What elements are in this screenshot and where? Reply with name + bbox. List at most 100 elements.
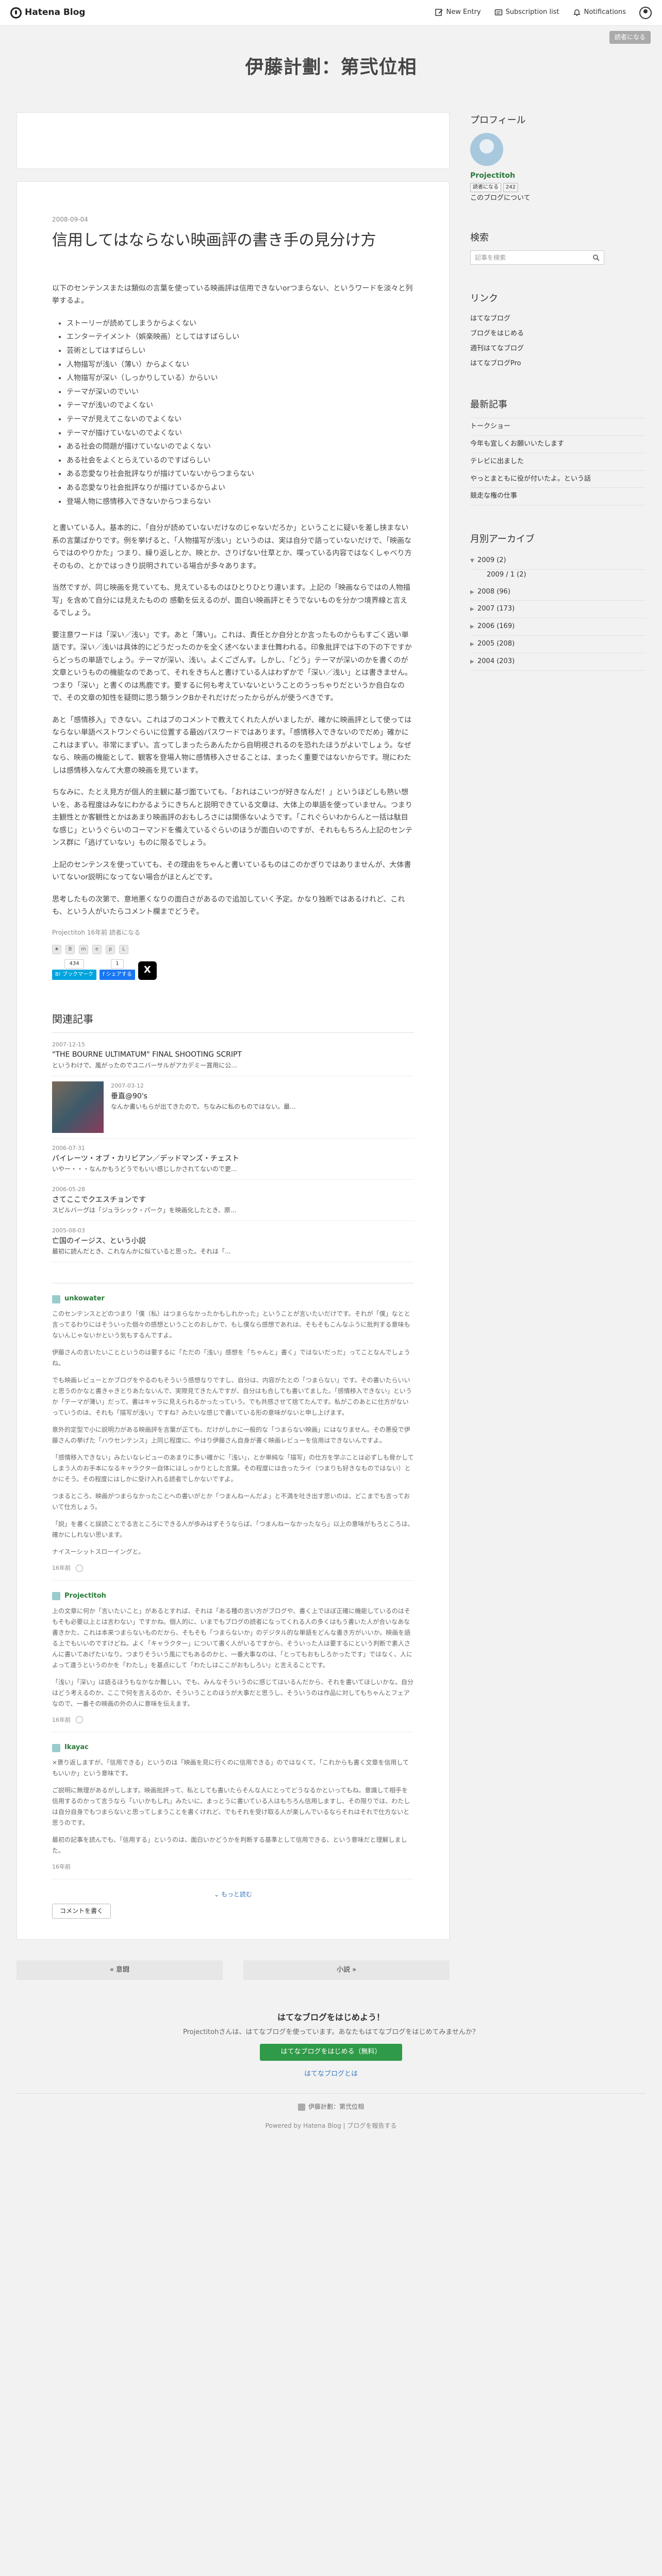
more-label: もっと読む (221, 1890, 252, 1898)
blog-title[interactable]: 伊藤計劃：第弐位相 (0, 26, 662, 112)
subscribe-button[interactable]: 読者になる (609, 31, 651, 44)
search-icon[interactable] (592, 254, 600, 261)
star-icon[interactable] (76, 1565, 83, 1572)
comment-user[interactable]: Ikayac (52, 1742, 414, 1753)
hatena-bookmark-button[interactable]: 434 B! ブックマーク (52, 959, 97, 980)
comment-time[interactable]: 16年前 (52, 1716, 71, 1725)
start-blog-button[interactable]: はてなブログをはじめる（無料） (260, 2044, 402, 2061)
archive-year[interactable]: ▶ 2005 (208) (470, 636, 646, 653)
related-date: 2005-08-03 (52, 1227, 85, 1234)
profile-name[interactable]: Projectitoh (470, 170, 646, 181)
ad-area (16, 112, 450, 169)
main-column: 2008-09-04 信用してはならない映画評の書き手の見分け方 以下のセンテン… (16, 112, 450, 1980)
entry-paragraph: あと「感情移入」できない。これはブのコメントで教えてくれた人がいましたが、確かに… (52, 716, 412, 775)
related-item[interactable]: 2007-03-12 垂直@90's なんか書いもらが出てきたので。ちなみに私の… (52, 1076, 414, 1139)
hatena-blog-logo[interactable]: Hatena Blog (10, 6, 85, 20)
related-title[interactable]: さてここでクエスチョンです (52, 1194, 414, 1206)
related-title[interactable]: パイレーツ・オブ・カリビアン／デッドマンズ・チェスト (52, 1153, 414, 1164)
related-title[interactable]: "THE BOURNE ULTIMATUM" FINAL SHOOTING SC… (52, 1049, 414, 1060)
sidebar-link[interactable]: はてなブログPro (470, 357, 646, 371)
related-title[interactable]: 垂直@90's (111, 1091, 296, 1102)
pocket-icon[interactable]: p (106, 944, 115, 954)
sidebar-link[interactable]: 週刊はてなブログ (470, 342, 646, 357)
recent-entry-link[interactable]: 今年も宜しくお願いいたします (470, 436, 646, 453)
about-hatena-blog-link[interactable]: はてなブログとは (0, 2069, 662, 2080)
comment-time[interactable]: 16年前 (52, 1564, 71, 1573)
next-entry-link[interactable]: 小説 » (243, 1960, 450, 1980)
caret-right-icon: ▶ (470, 641, 474, 647)
footer-title: はてなブログをはじめよう！ (277, 2012, 385, 2023)
comment-time[interactable]: 16年前 (52, 1862, 71, 1872)
related-thumbnail[interactable] (52, 1081, 104, 1133)
write-comment-button[interactable]: コメントを書く (52, 1903, 111, 1919)
entry-title[interactable]: 信用してはならない映画評の書き手の見分け方 (52, 230, 414, 251)
related-date: 2007-03-12 (111, 1082, 144, 1089)
list-item: ストーリーが読めてしまうからよくない (67, 317, 414, 331)
reader-button[interactable]: 読者になる (470, 182, 501, 192)
archive-label: 2009 (2) (477, 556, 506, 564)
recent-entry-link[interactable]: 競走な権の仕事 (470, 488, 646, 506)
reader-count[interactable]: 242 (503, 182, 519, 192)
related-item[interactable]: 2007-12-15 "THE BOURNE ULTIMATUM" FINAL … (52, 1035, 414, 1076)
bookmark-icon[interactable]: B (65, 944, 75, 954)
comment-user[interactable]: unkowater (52, 1294, 414, 1304)
star-icon[interactable] (76, 1716, 83, 1724)
related-desc: というわけで、風がったのでユニバーサルがアカデミー賞用に公... (52, 1061, 237, 1069)
list-item: ある恋愛なり社会批評なりが描けていないからつまらない (67, 467, 414, 481)
profile-avatar[interactable] (470, 133, 503, 166)
prev-entry-link[interactable]: « 意闘 (16, 1960, 223, 1980)
facebook-share-button[interactable]: 1 f シェアする (100, 959, 135, 980)
subscription-list-button[interactable]: Subscription list (494, 7, 559, 18)
comment-username: Ikayac (64, 1743, 89, 1752)
x-share-button[interactable]: X (138, 961, 157, 980)
related-date: 2007-12-15 (52, 1041, 85, 1048)
recent-entry-link[interactable]: やっとまともに役が付いたよ。という話 (470, 471, 646, 488)
logo-text: Hatena Blog (25, 7, 86, 18)
archive-module: 月別アーカイブ ▼ 2009 (2) 2009 / 1 (2) ▶ 2008 (96… (470, 532, 646, 671)
archive-heading: 月別アーカイブ (470, 534, 535, 545)
sidebar-link[interactable]: ブログをはじめる (470, 327, 646, 342)
comment-user[interactable]: Projectitoh (52, 1591, 414, 1602)
recent-entries-module: 最新記事 トークショー 今年も宜しくお願いいたします テレビに出ました やっとま… (470, 398, 646, 506)
archive-year[interactable]: ▶ 2008 (96) (470, 584, 646, 601)
archive-label: 2004 (203) (477, 657, 515, 665)
related-item[interactable]: 2005-08-03 亡国のイージス、という小説 最初に読んだとき、これなんかに… (52, 1221, 414, 1263)
about-blog-link[interactable]: このブログについて (470, 193, 646, 204)
notifications-button[interactable]: Notifications (573, 7, 626, 18)
line-icon[interactable]: L (119, 944, 128, 954)
sidebar-link[interactable]: はてなブログ (470, 312, 646, 327)
hatena-star-icon[interactable]: ★ (52, 944, 61, 954)
share-buttons: 434 B! ブックマーク 1 f シェアする X (52, 959, 414, 980)
entry-intro: 以下のセンテンスまたは類似の言葉を使っている映画評は信用できないorつまらない、… (52, 284, 413, 306)
facebook-count: 1 (111, 959, 124, 969)
more-comments-link[interactable]: ⌄ もっと読む (52, 1879, 414, 1904)
list-item: ある社会の問題が描けていないのでよくない (67, 440, 414, 454)
search-input[interactable]: 記事を検索 (470, 250, 604, 265)
list-item: エンターテイメント（娯楽映画）としてはすばらしい (67, 330, 414, 344)
user-menu-icon[interactable] (639, 6, 652, 19)
entry-date[interactable]: 2008-09-04 (52, 215, 414, 225)
related-item[interactable]: 2006-07-31 パイレーツ・オブ・カリビアン／デッドマンズ・チェスト いや… (52, 1139, 414, 1180)
related-heading: 関連記事 (52, 1011, 414, 1033)
list-item: 人物描写が浅い（薄い）からよくない (67, 358, 414, 372)
related-item[interactable]: 2006-05-28 さてここでクエスチョンです スピルバーグは「ジュラシック・… (52, 1180, 414, 1222)
related-title[interactable]: 亡国のイージス、という小説 (52, 1235, 414, 1247)
evernote-icon[interactable]: e (92, 944, 102, 954)
archive-year[interactable]: ▶ 2004 (203) (470, 653, 646, 671)
recent-entry-link[interactable]: トークショー (470, 418, 646, 436)
powered-by[interactable]: Powered by Hatena Blog | ブログを報告する (0, 2121, 662, 2131)
archive-year[interactable]: ▶ 2006 (169) (470, 618, 646, 636)
related-date: 2006-05-28 (52, 1186, 85, 1193)
archive-month[interactable]: 2009 / 1 (2) (470, 570, 646, 584)
new-entry-button[interactable]: New Entry (435, 7, 481, 18)
mixi-icon[interactable]: m (79, 944, 88, 954)
archive-year[interactable]: ▼ 2009 (2) (470, 552, 646, 570)
comment-text: 「感情移入できない」みたいなレビューのあまりに多い確かに「浅い」，とか単純な「描… (52, 1454, 414, 1483)
archive-year[interactable]: ▶ 2007 (173) (470, 601, 646, 619)
footer-blog[interactable]: 伊藤計劃：第弐位相 (0, 2102, 662, 2112)
entry-footer[interactable]: Projectitoh 16年前 読者になる (52, 928, 414, 938)
related-desc: 最初に読んだとき、これなんかに似ていると思った。それは「... (52, 1248, 231, 1256)
comment: Projectitoh 上の文章に何か「言いたいこと」があるとすれば、それは「あ… (52, 1581, 414, 1733)
recent-entry-link[interactable]: テレビに出ました (470, 453, 646, 471)
related-desc: いやー・・・なんかもうどうでもいい感じしかされてないので更... (52, 1165, 237, 1173)
